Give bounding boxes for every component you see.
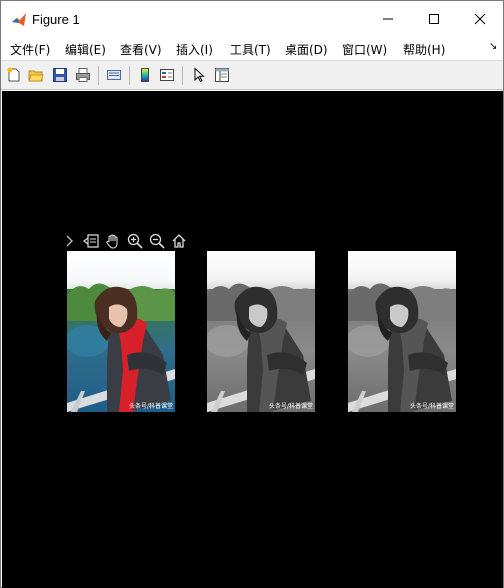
maximize-icon [429, 14, 439, 24]
menu-help[interactable]: 帮助(H) [403, 41, 445, 58]
open-file-button[interactable] [26, 65, 46, 85]
watermark-text: 头条号/科普课堂 [410, 402, 454, 410]
menu-tools[interactable]: 工具(T) [230, 41, 271, 58]
toolbar-separator [129, 66, 130, 85]
edit-plot-arrow-icon [194, 67, 205, 83]
window-title: Figure 1 [32, 12, 80, 27]
data-tips-button[interactable] [81, 231, 101, 251]
property-inspector-button[interactable] [212, 65, 232, 85]
restore-view-button[interactable] [169, 231, 189, 251]
figure-toolbar [1, 60, 503, 90]
title-bar: Figure 1 [1, 1, 503, 37]
insert-colorbar-button[interactable] [135, 65, 155, 85]
menu-desktop[interactable]: 桌面(D) [285, 41, 328, 58]
print-icon [76, 68, 90, 82]
color-photo-graphic: 头条号/科普课堂 [67, 251, 175, 412]
watermark-text: 头条号/科普课堂 [129, 402, 173, 410]
figure-window: Figure 1 文件(F) 编辑(E) 查看(V) 插入(I) 工具(T) 桌… [0, 0, 504, 588]
grayscale-photo-graphic: 头条号/科普课堂 [348, 251, 456, 412]
expand-toolbar-button[interactable] [59, 231, 79, 251]
data-tips-icon [83, 234, 99, 248]
link-plot-button[interactable] [104, 65, 124, 85]
zoom-in-button[interactable] [125, 231, 145, 251]
save-icon [53, 68, 67, 82]
axes-toolbar [59, 231, 189, 251]
menu-insert[interactable]: 插入(I) [176, 41, 213, 58]
menu-view[interactable]: 查看(V) [120, 41, 162, 58]
watermark-text: 头条号/科普课堂 [269, 402, 313, 410]
expand-toolbar-icon [66, 235, 73, 247]
toolbar-separator [182, 66, 183, 85]
grayscale-image-1[interactable]: 头条号/科普课堂 [207, 251, 315, 412]
new-figure-icon [7, 67, 20, 82]
figure-canvas[interactable]: 头条号/科普课堂 头条号/科普课堂 头条号/科普课堂 [2, 91, 503, 588]
insert-legend-icon [160, 69, 174, 81]
edit-plot-button[interactable] [189, 65, 209, 85]
pan-hand-icon [106, 234, 118, 249]
menu-edit[interactable]: 编辑(E) [65, 41, 106, 58]
matlab-logo-icon [12, 13, 26, 26]
color-image[interactable]: 头条号/科普课堂 [67, 251, 175, 412]
restore-view-icon [172, 234, 186, 248]
property-inspector-icon [215, 68, 229, 82]
grayscale-photo-graphic: 头条号/科普课堂 [207, 251, 315, 412]
maximize-button[interactable] [411, 1, 457, 37]
new-figure-button[interactable] [4, 65, 24, 85]
insert-colorbar-icon [141, 68, 149, 82]
grayscale-image-2[interactable]: 头条号/科普课堂 [348, 251, 456, 412]
minimize-button[interactable] [365, 1, 411, 37]
zoom-out-button[interactable] [147, 231, 167, 251]
menu-file[interactable]: 文件(F) [10, 41, 50, 58]
pan-button[interactable] [103, 231, 123, 251]
dock-arrow-icon[interactable]: ↘ [489, 41, 497, 52]
toolbar-separator [98, 66, 99, 85]
zoom-in-icon [127, 233, 143, 249]
insert-legend-button[interactable] [157, 65, 177, 85]
close-button[interactable] [457, 1, 503, 37]
menu-window[interactable]: 窗口(W) [342, 41, 387, 58]
open-file-icon [28, 70, 44, 82]
minimize-icon [383, 18, 393, 20]
close-icon [474, 13, 486, 25]
zoom-out-icon [149, 233, 165, 249]
save-button[interactable] [50, 65, 70, 85]
link-plot-icon [107, 70, 121, 80]
print-button[interactable] [73, 65, 93, 85]
menu-bar: 文件(F) 编辑(E) 查看(V) 插入(I) 工具(T) 桌面(D) 窗口(W… [1, 37, 503, 59]
